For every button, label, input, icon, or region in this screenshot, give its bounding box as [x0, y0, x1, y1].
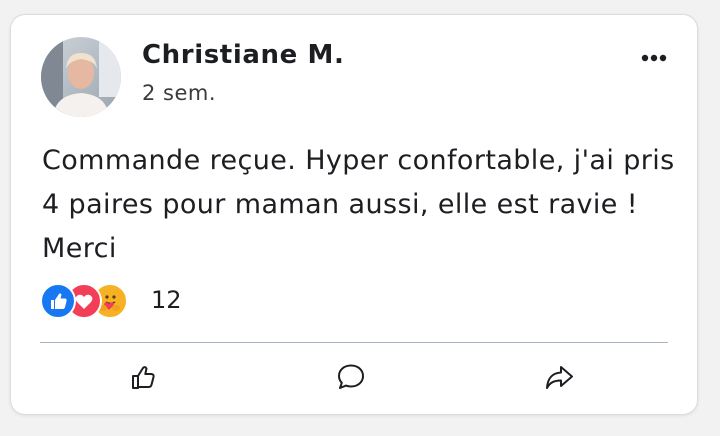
comment-icon: [338, 364, 364, 389]
avatar[interactable]: [41, 37, 121, 117]
divider: [40, 342, 668, 343]
author-name[interactable]: Christiane M.: [142, 39, 344, 71]
like-icon: [132, 366, 155, 389]
like-button[interactable]: [124, 357, 164, 397]
like-icon: [40, 283, 76, 319]
share-icon: [546, 366, 573, 389]
reactions-count: 12: [151, 286, 182, 314]
comment-button[interactable]: [331, 357, 371, 397]
post-timestamp[interactable]: 2 sem.: [142, 79, 216, 107]
post-card: Christiane M. 2 sem. Commande reçue. Hyp…: [11, 15, 697, 414]
more-options-icon[interactable]: [639, 50, 669, 66]
post-message: Commande reçue. Hyper confortable, j'ai …: [42, 145, 675, 264]
share-button[interactable]: [539, 357, 579, 397]
